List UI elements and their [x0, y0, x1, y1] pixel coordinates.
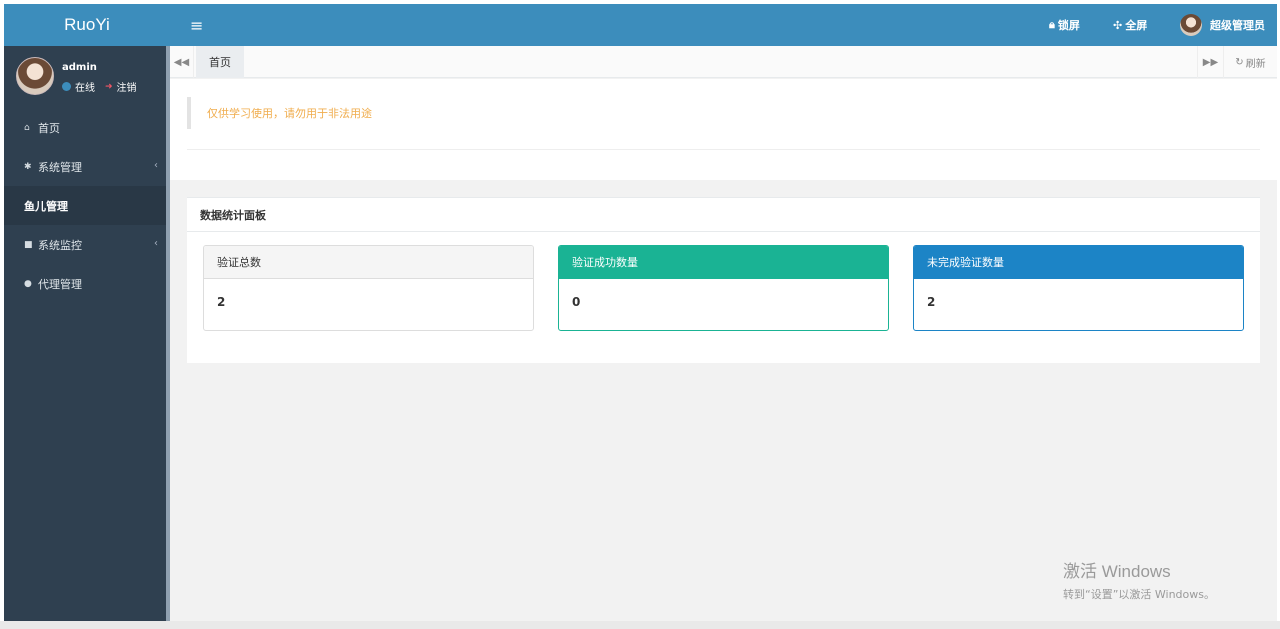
expand-icon: ✣: [1113, 18, 1123, 32]
sidebar-item-monitor[interactable]: ■ 系统监控 ‹: [4, 225, 170, 264]
fullscreen-button[interactable]: ✣ 全屏: [1113, 17, 1147, 33]
scroll-tabs-left-button[interactable]: ◀◀: [170, 46, 194, 78]
sidebar-item-agent[interactable]: ● 代理管理: [4, 264, 170, 303]
stat-label: 验证成功数量: [559, 246, 888, 279]
user-panel: admin 在线 ➜ 注销: [4, 46, 170, 108]
stat-value: 2: [927, 295, 936, 309]
sidebar-item-label: 鱼儿管理: [24, 199, 68, 213]
user-menu-label: 超级管理员: [1210, 19, 1265, 32]
lock-screen-button[interactable]: 🔒︎ 锁屏: [1049, 17, 1080, 33]
user-menu[interactable]: 超级管理员: [1180, 14, 1265, 36]
tab-home[interactable]: 首页: [196, 46, 244, 78]
watermark-title: 激活 Windows: [1063, 562, 1171, 581]
online-status: 在线: [75, 83, 95, 94]
chevron-left-icon: ‹: [154, 160, 158, 171]
stat-card-success: 验证成功数量 0: [558, 245, 889, 331]
sidebar: RuoYi admin 在线 ➜ 注销 ⌂ 首页 ✱ 系统管理 ‹ 鱼儿管理 ■…: [4, 4, 170, 621]
chevron-left-icon: ‹: [154, 238, 158, 249]
home-icon: ⌂: [24, 122, 30, 133]
stat-label: 未完成验证数量: [914, 246, 1243, 279]
menu-toggle-icon[interactable]: ≡: [190, 16, 203, 35]
sidebar-item-label: 首页: [38, 121, 60, 135]
fullscreen-label: 全屏: [1125, 19, 1148, 32]
watermark-subtitle: 转到“设置”以激活 Windows。: [1063, 588, 1215, 601]
user-name: admin: [62, 62, 97, 73]
lock-label: 锁屏: [1057, 19, 1080, 32]
sidebar-item-label: 代理管理: [38, 277, 82, 291]
video-camera-icon: ■: [24, 239, 33, 250]
sidebar-item-home[interactable]: ⌂ 首页: [4, 108, 170, 147]
gear-icon: ✱: [24, 161, 32, 172]
refresh-button[interactable]: ↻ 刷新: [1223, 46, 1277, 78]
refresh-label: 刷新: [1245, 58, 1266, 70]
notice-area: 仅供学习使用，请勿用于非法用途: [170, 79, 1277, 180]
online-dot-icon: [62, 82, 71, 91]
panel-title: 数据统计面板: [187, 198, 1260, 232]
sign-out-icon[interactable]: ➜: [105, 82, 113, 92]
stat-card-incomplete: 未完成验证数量 2: [913, 245, 1244, 331]
top-header: ≡ 🔒︎ 锁屏 ✣ 全屏 超级管理员: [170, 4, 1277, 46]
lock-icon: 🔒︎: [1049, 18, 1055, 31]
stat-card-total: 验证总数 2: [203, 245, 534, 331]
windows-activation-watermark: 激活 Windows 转到“设置”以激活 Windows。: [1063, 557, 1215, 602]
avatar: [1180, 14, 1202, 36]
sidebar-item-system[interactable]: ✱ 系统管理 ‹: [4, 147, 170, 186]
refresh-icon: ↻: [1235, 56, 1244, 68]
stat-label: 验证总数: [204, 246, 533, 279]
stat-value: 0: [572, 295, 581, 309]
avatar[interactable]: [16, 57, 54, 95]
app-frame: RuoYi admin 在线 ➜ 注销 ⌂ 首页 ✱ 系统管理 ‹ 鱼儿管理 ■…: [4, 4, 1277, 621]
stats-panel: 数据统计面板 验证总数 2 验证成功数量 0 未完成验证数量 2: [187, 197, 1260, 363]
tab-bar: ◀◀ 首页 ▶▶ ↻ 刷新: [170, 46, 1277, 78]
app-logo[interactable]: RuoYi: [4, 4, 170, 46]
divider: [187, 149, 1260, 150]
warning-notice: 仅供学习使用，请勿用于非法用途: [187, 97, 372, 129]
logout-link[interactable]: 注销: [117, 79, 137, 94]
scroll-tabs-right-button[interactable]: ▶▶: [1197, 46, 1223, 78]
taskbar-strip: [0, 621, 1280, 629]
sidebar-item-fish[interactable]: 鱼儿管理: [4, 186, 170, 225]
user-status: 在线 ➜ 注销: [62, 79, 137, 94]
sidebar-item-label: 系统管理: [38, 160, 82, 174]
sidebar-item-label: 系统监控: [38, 238, 82, 252]
user-icon: ●: [24, 278, 32, 289]
stat-value: 2: [217, 295, 226, 309]
